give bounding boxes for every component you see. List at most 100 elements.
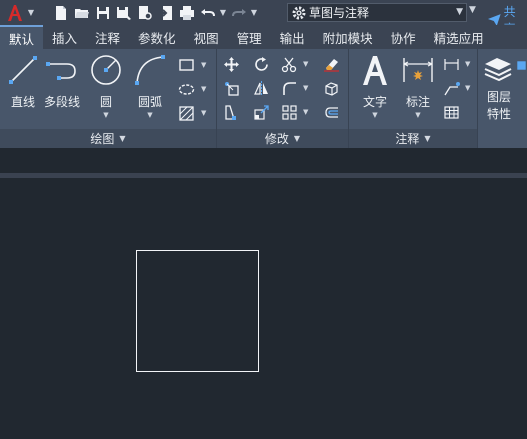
table-button[interactable] <box>441 102 461 122</box>
rectangle-dropdown-icon[interactable]: ▼ <box>201 61 206 69</box>
new-button[interactable] <box>50 0 71 25</box>
redo-caret-icon[interactable]: ▼ <box>249 0 259 25</box>
rotate-button[interactable] <box>251 54 271 74</box>
arc-icon <box>135 55 165 85</box>
print-icon <box>179 5 194 20</box>
modify-panel-title[interactable]: 修改 ▼ <box>217 129 348 148</box>
eraser-icon <box>323 58 339 72</box>
plot-preview-button[interactable] <box>134 0 155 25</box>
undo-caret-icon[interactable]: ▼ <box>218 0 228 25</box>
circle-label: 圆 <box>99 95 112 109</box>
text-button[interactable]: 文字 ▼ <box>358 53 392 119</box>
dimension-button[interactable]: 标注 ▼ <box>401 53 435 119</box>
text-a-icon <box>363 56 387 85</box>
annotation-panel-expand-icon: ▼ <box>424 134 431 143</box>
undo-button[interactable] <box>197 0 218 25</box>
line-label: 直线 <box>10 95 35 109</box>
offset-icon <box>324 106 338 118</box>
annotation-panel-title[interactable]: 注释 ▼ <box>349 129 477 148</box>
trim-dropdown-icon[interactable]: ▼ <box>303 60 308 68</box>
circle-button[interactable]: 圆 ▼ <box>89 53 123 119</box>
draw-panel-title[interactable]: 绘图 ▼ <box>0 129 216 148</box>
tab-parametric[interactable]: 参数化 <box>129 25 185 49</box>
rotate-icon <box>254 56 268 71</box>
hatch-button[interactable] <box>176 103 196 123</box>
drawing-canvas[interactable] <box>0 178 527 439</box>
tab-featured-apps[interactable]: 精选应用 <box>425 25 493 49</box>
hatch-dropdown-icon[interactable]: ▼ <box>201 109 206 117</box>
linear-dimension-dropdown-icon[interactable]: ▼ <box>465 60 470 68</box>
tab-addins[interactable]: 附加模块 <box>314 25 382 49</box>
ellipse-button[interactable] <box>176 79 196 99</box>
rectangle-button[interactable] <box>176 55 196 75</box>
workspace-select[interactable]: 草图与注释 ▼ <box>287 3 467 22</box>
arc-button[interactable]: 圆弧 ▼ <box>133 53 167 119</box>
rectangle-icon <box>178 58 194 71</box>
tab-output[interactable]: 输出 <box>271 25 314 49</box>
stretch-button[interactable] <box>221 102 241 122</box>
print-button[interactable] <box>176 0 197 25</box>
open-icon <box>74 8 89 18</box>
ellipse-dropdown-icon[interactable]: ▼ <box>201 85 206 93</box>
erase-button[interactable] <box>321 54 341 74</box>
ellipse-icon <box>178 83 194 95</box>
move-icon <box>223 56 239 72</box>
offset-button[interactable] <box>321 102 341 122</box>
linear-dimension-icon <box>443 58 459 70</box>
polyline-label: 多段线 <box>44 95 81 109</box>
scale-button[interactable] <box>251 102 271 122</box>
modify-panel: ▼ ▼ ▼ 修改 ▼ <box>217 49 349 148</box>
fillet-button[interactable] <box>279 78 299 98</box>
app-menu-caret-icon[interactable]: ▼ <box>26 0 36 25</box>
trim-button[interactable] <box>279 54 299 74</box>
redo-icon <box>231 8 246 16</box>
arc-dropdown-icon[interactable]: ▼ <box>147 111 152 119</box>
circle-icon <box>91 55 121 85</box>
export-icon <box>158 5 172 20</box>
explode-button[interactable] <box>321 78 341 98</box>
polyline-icon <box>46 62 76 80</box>
customize-caret-icon[interactable]: ▼ <box>469 5 476 15</box>
leader-icon <box>443 81 460 95</box>
workspace-label: 草图与注释 <box>309 6 370 20</box>
tab-annotate[interactable]: 注释 <box>86 25 129 49</box>
array-dropdown-icon[interactable]: ▼ <box>303 108 308 116</box>
undo-icon <box>200 8 215 16</box>
line-button[interactable]: 直线 <box>6 53 40 110</box>
gear-icon <box>292 6 306 19</box>
mirror-button[interactable] <box>251 78 271 98</box>
save-as-icon <box>116 6 131 20</box>
dimension-dropdown-icon[interactable]: ▼ <box>415 111 420 119</box>
modify-panel-label: 修改 <box>264 132 289 146</box>
draw-panel-label: 绘图 <box>90 132 115 146</box>
save-button[interactable] <box>92 0 113 25</box>
redo-button[interactable] <box>228 0 249 25</box>
tab-default[interactable]: 默认 <box>0 25 44 49</box>
export-button[interactable] <box>155 0 176 25</box>
save-as-button[interactable] <box>113 0 134 25</box>
dimension-icon <box>403 58 433 82</box>
autocad-a-icon <box>8 4 22 21</box>
open-button[interactable] <box>71 0 92 25</box>
tab-view[interactable]: 视图 <box>185 25 228 49</box>
tab-insert[interactable]: 插入 <box>43 25 86 49</box>
layer-state-button[interactable] <box>516 55 527 75</box>
copy-button[interactable] <box>221 78 241 98</box>
move-button[interactable] <box>221 54 241 74</box>
cube-icon <box>324 81 338 96</box>
leader-button[interactable] <box>441 78 461 98</box>
tab-collaborate[interactable]: 协作 <box>382 25 425 49</box>
save-icon <box>96 6 109 19</box>
application-menu-button[interactable] <box>4 0 26 25</box>
layer-properties-button[interactable]: 图层特性 <box>482 53 516 123</box>
mirror-icon <box>253 80 268 96</box>
array-button[interactable] <box>279 102 299 122</box>
linear-dimension-button[interactable] <box>441 54 461 74</box>
leader-dropdown-icon[interactable]: ▼ <box>465 84 470 92</box>
text-dropdown-icon[interactable]: ▼ <box>372 111 377 119</box>
polyline-button[interactable]: 多段线 <box>44 53 80 110</box>
circle-dropdown-icon[interactable]: ▼ <box>103 111 108 119</box>
tab-manage[interactable]: 管理 <box>228 25 271 49</box>
rectangle-entity[interactable] <box>136 250 259 372</box>
fillet-dropdown-icon[interactable]: ▼ <box>303 84 308 92</box>
